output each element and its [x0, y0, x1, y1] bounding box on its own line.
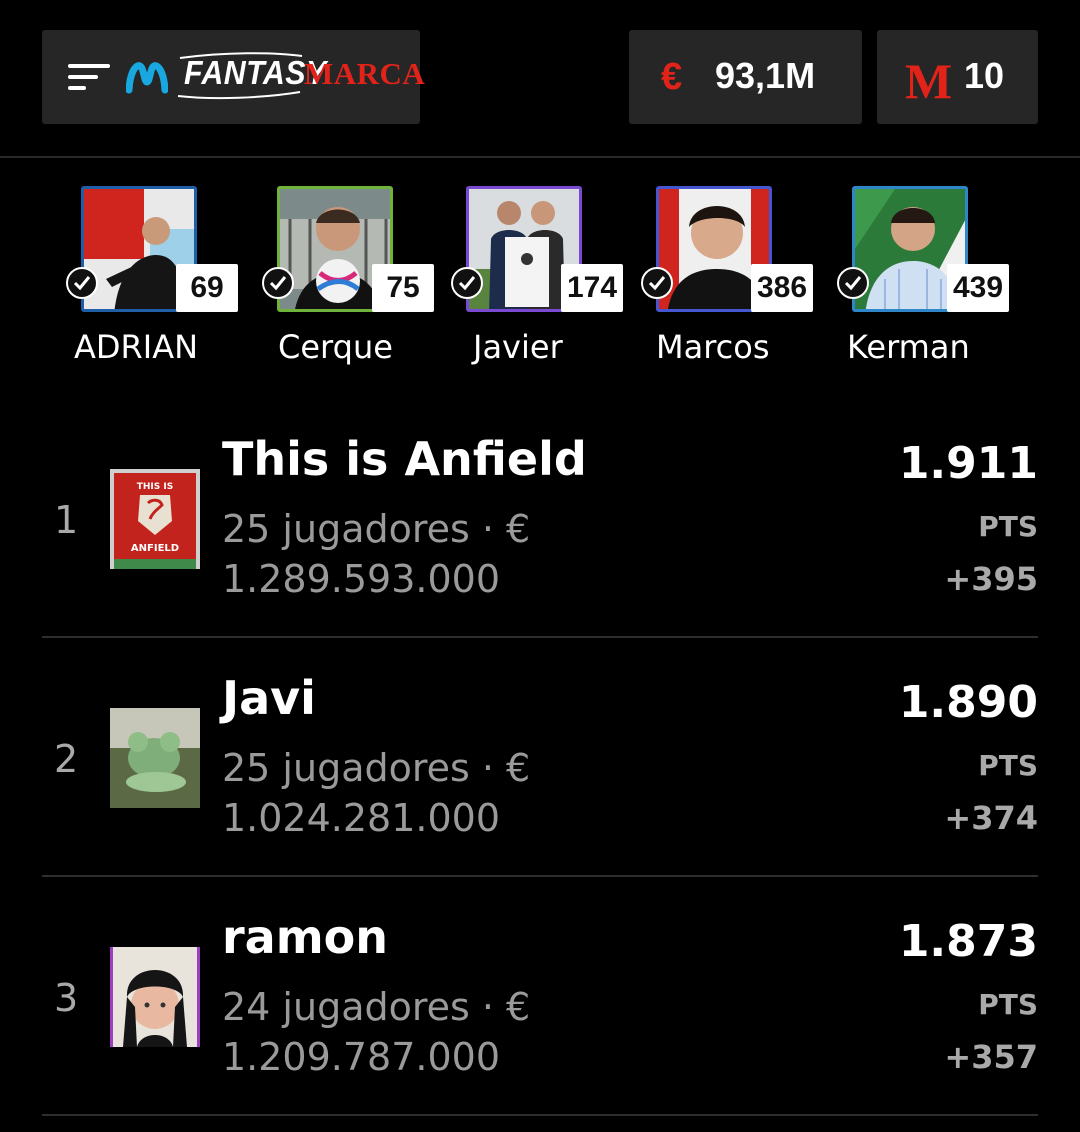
budget-value: 93,1M: [715, 55, 816, 96]
euro-icon: €: [661, 56, 683, 98]
team-avatar: [110, 708, 200, 808]
budget-button[interactable]: € 93,1M: [629, 30, 862, 124]
user-score-badge: 174: [561, 264, 624, 312]
team-meta: 25 jugadores · € 1.289.593.000: [222, 504, 530, 604]
svg-text:THIS IS: THIS IS: [137, 482, 173, 492]
team-points: 1.873: [898, 916, 1038, 967]
user-name: Marcos: [656, 328, 770, 366]
ranking-row[interactable]: 2 Javi 25 jugadores · € 1.024.281.000 1.…: [42, 639, 1038, 877]
team-name: This is Anfield: [222, 432, 587, 486]
rank-position: 2: [54, 737, 79, 781]
followed-user[interactable]: 439 Kerman: [837, 186, 1032, 376]
verified-check-icon: [837, 267, 869, 299]
team-points: 1.911: [898, 438, 1038, 489]
pts-label: PTS: [978, 510, 1038, 543]
team-value: 1.024.281.000: [222, 796, 501, 840]
followed-user[interactable]: 75 Cerque: [262, 186, 457, 376]
marca-points-button[interactable]: M 10: [877, 30, 1038, 124]
rank-position: 1: [54, 498, 79, 542]
user-name: Javier: [473, 328, 563, 366]
user-name: Kerman: [847, 328, 970, 366]
pts-label: PTS: [978, 988, 1038, 1021]
team-players: 25 jugadores · €: [222, 507, 531, 551]
followed-user[interactable]: 386 Marcos: [641, 186, 836, 376]
rank-position: 3: [54, 976, 79, 1020]
ranking-row[interactable]: 3 ramon 24 jugadores · € 1.209.787.000 1…: [42, 878, 1038, 1116]
team-players: 25 jugadores · €: [222, 746, 531, 790]
user-score-badge: 386: [751, 264, 814, 312]
team-name: Javi: [222, 671, 316, 725]
verified-check-icon: [641, 267, 673, 299]
team-avatar: [110, 947, 200, 1047]
team-meta: 25 jugadores · € 1.024.281.000: [222, 743, 530, 843]
user-score-badge: 69: [176, 264, 238, 312]
followed-user[interactable]: 69 ADRIAN: [66, 186, 261, 376]
brand-marca-text: MARCA: [304, 56, 426, 91]
team-value: 1.289.593.000: [222, 557, 501, 601]
team-value: 1.209.787.000: [222, 1035, 501, 1079]
menu-icon[interactable]: [68, 64, 110, 90]
marca-points-value: 10: [964, 55, 1005, 96]
marca-m-icon: M: [905, 53, 953, 109]
team-name: ramon: [222, 910, 389, 964]
team-points: 1.890: [898, 677, 1038, 728]
verified-check-icon: [262, 267, 294, 299]
user-name: ADRIAN: [74, 328, 199, 366]
top-bar: FANTASY MARCA € 93,1M M 10: [0, 0, 1080, 158]
user-name: Cerque: [278, 328, 393, 366]
verified-check-icon: [451, 267, 483, 299]
followed-users-carousel[interactable]: 69 ADRIAN 75 Cerque 174 Javier 386 Marco…: [0, 186, 1080, 376]
points-delta: +357: [944, 1038, 1038, 1076]
team-avatar: THIS IS ANFIELD: [110, 469, 200, 569]
team-players: 24 jugadores · €: [222, 985, 531, 1029]
user-score-badge: 75: [372, 264, 434, 312]
pts-label: PTS: [978, 749, 1038, 782]
brand-menu-button[interactable]: FANTASY MARCA: [42, 30, 425, 124]
user-score-badge: 439: [947, 264, 1010, 312]
team-meta: 24 jugadores · € 1.209.787.000: [222, 982, 530, 1082]
svg-text:ANFIELD: ANFIELD: [131, 543, 179, 554]
points-delta: +374: [944, 799, 1038, 837]
points-delta: +395: [944, 560, 1038, 598]
ranking-row[interactable]: 1 THIS IS ANFIELD This is Anfield 25 jug…: [42, 400, 1038, 638]
verified-check-icon: [66, 267, 98, 299]
followed-user[interactable]: 174 Javier: [451, 186, 646, 376]
movistar-logo-icon: [126, 62, 168, 94]
